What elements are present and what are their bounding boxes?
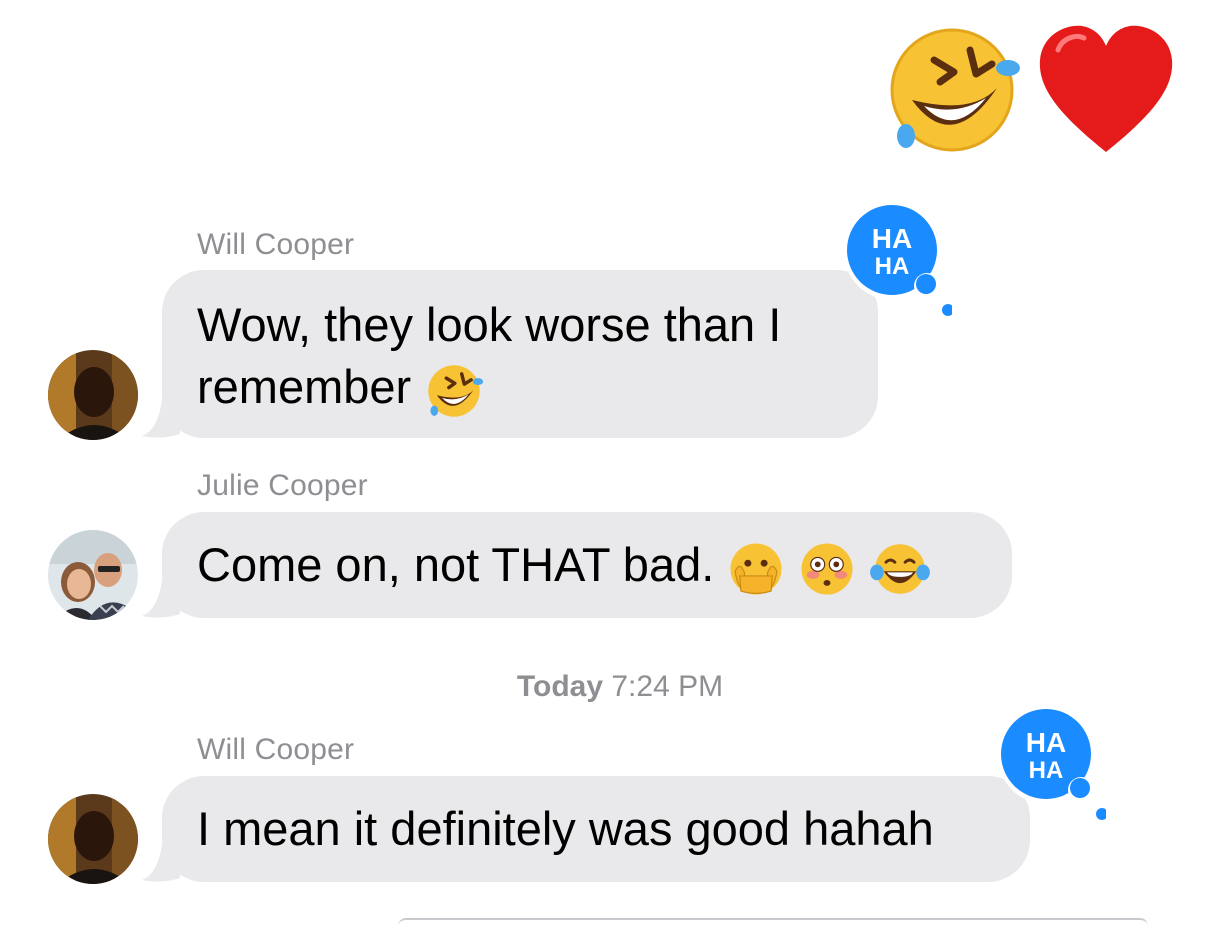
red-heart-emoji-icon[interactable] bbox=[1036, 20, 1176, 160]
rofl-emoji-icon[interactable] bbox=[882, 20, 1022, 160]
message-text-line2-words: remember bbox=[197, 360, 412, 413]
message-bubble[interactable]: I mean it definitely was good hahah bbox=[162, 776, 1030, 882]
rofl-emoji-icon bbox=[428, 364, 484, 417]
hand-over-mouth-emoji-icon bbox=[730, 543, 782, 595]
avatar[interactable] bbox=[48, 530, 138, 620]
message-text-line: Come on, not THAT bad. bbox=[197, 534, 931, 598]
haha-reaction-badge[interactable]: HA HA bbox=[986, 704, 1106, 824]
haha-label-line2: HA bbox=[1029, 757, 1064, 784]
timestamp-day: Today bbox=[516, 670, 604, 703]
message-text: Come on, not THAT bad. bbox=[197, 538, 715, 591]
sender-name: Julie Cooper bbox=[197, 469, 368, 502]
timestamp-time: 7:24 PM bbox=[611, 670, 724, 703]
timestamp: Today 7:24 PM bbox=[0, 670, 1213, 704]
message-thread: Will Cooper Wow, they look worse than I … bbox=[0, 0, 1213, 925]
message-text-line1: Wow, they look worse than I bbox=[197, 298, 782, 351]
message-text: I mean it definitely was good hahah bbox=[197, 802, 934, 855]
next-bubble-edge bbox=[398, 918, 1148, 925]
haha-label-line1: HA bbox=[872, 223, 912, 254]
flushed-face-emoji-icon bbox=[801, 543, 853, 595]
message-bubble[interactable]: Wow, they look worse than I remember bbox=[162, 270, 878, 438]
haha-label-line2: HA bbox=[875, 253, 910, 280]
message-bubble[interactable]: Come on, not THAT bad. bbox=[162, 512, 1012, 618]
sender-name: Will Cooper bbox=[197, 228, 355, 261]
haha-label-line1: HA bbox=[1026, 727, 1066, 758]
avatar[interactable] bbox=[48, 350, 138, 440]
tears-of-joy-emoji-icon bbox=[870, 543, 931, 594]
avatar-julie-cooper-image bbox=[48, 530, 138, 620]
message-text-line2: remember bbox=[197, 356, 484, 421]
avatar[interactable] bbox=[48, 794, 138, 884]
sender-name: Will Cooper bbox=[197, 733, 355, 766]
haha-reaction-badge[interactable]: HA HA bbox=[832, 200, 952, 320]
avatar-will-cooper-image bbox=[48, 350, 138, 440]
avatar-will-cooper-image bbox=[48, 794, 138, 884]
